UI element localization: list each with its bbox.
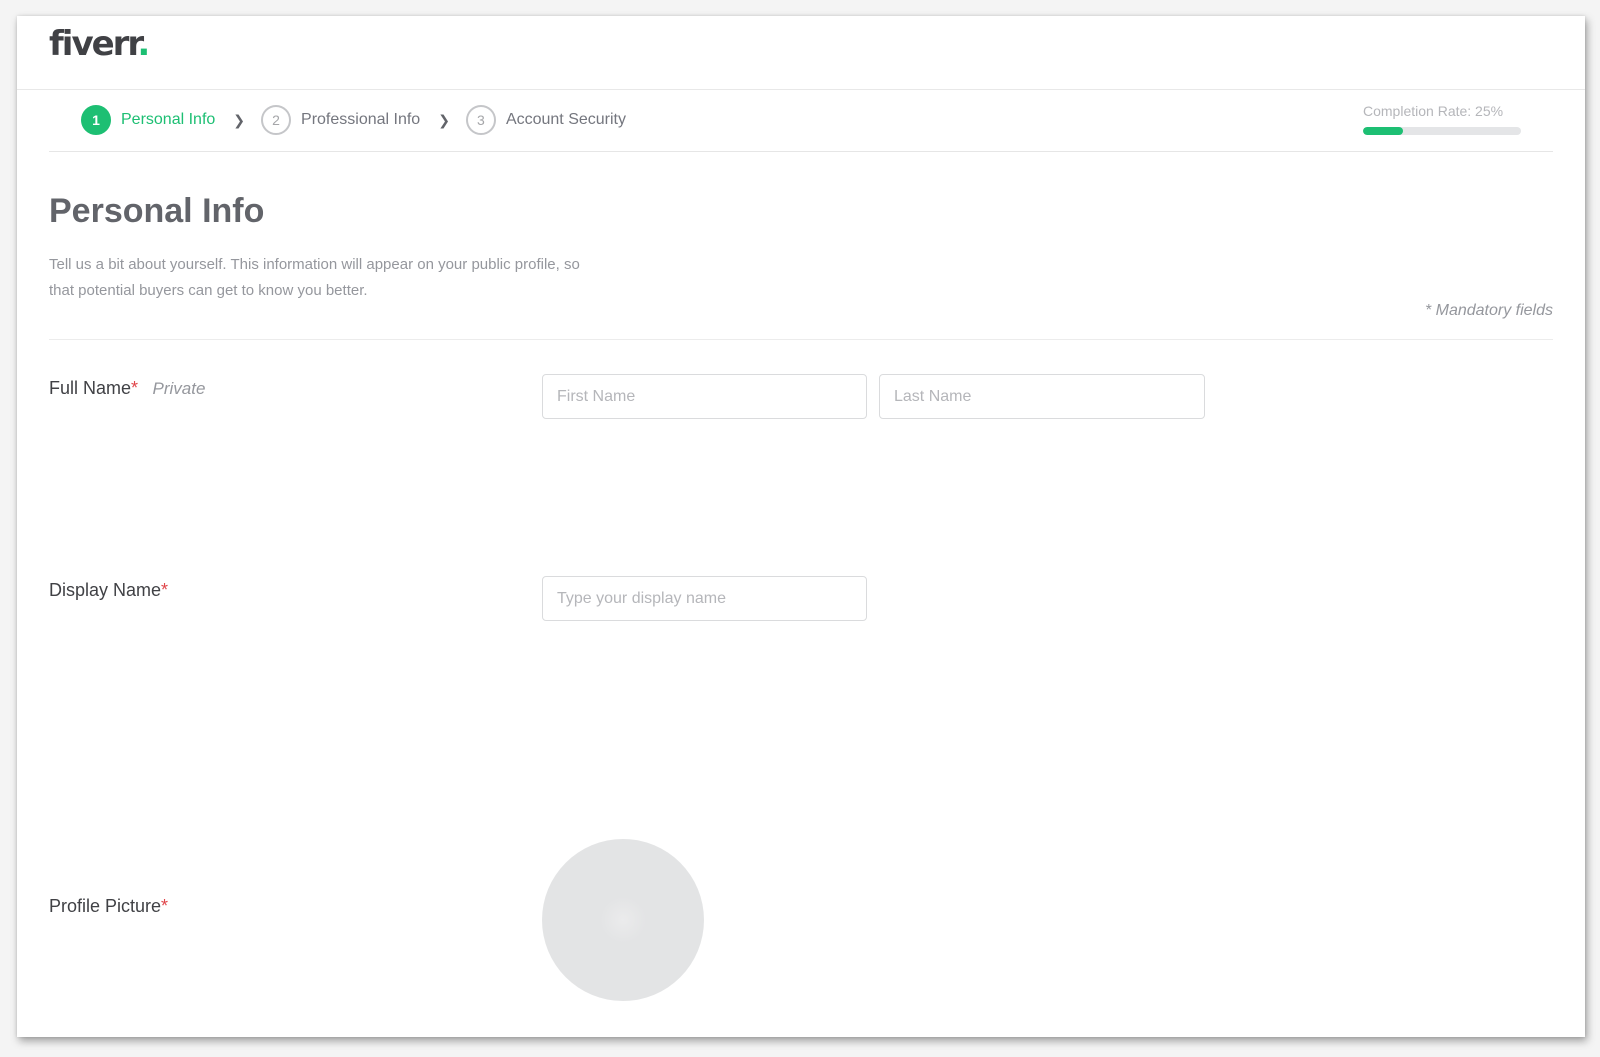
step-label: Account Security (505, 111, 626, 128)
step-professional-info[interactable]: 2 Professional Info (261, 105, 420, 135)
last-name-input[interactable] (879, 374, 1205, 419)
display-name-label: Display Name (49, 580, 162, 600)
step-personal-info[interactable]: 1 Personal Info (81, 105, 215, 135)
full-name-label: Full Name (49, 378, 132, 398)
step-bar: 1 Personal Info ❯ 2 Professional Info ❯ … (49, 90, 1553, 152)
display-name-input[interactable] (542, 576, 867, 621)
page-description: Tell us a bit about yourself. This infor… (49, 256, 580, 299)
page-frame: fiverr. 1 Personal Info ❯ 2 Professional… (17, 16, 1585, 1037)
required-asterisk: * (161, 896, 169, 916)
step-label: Professional Info (301, 111, 421, 128)
completion-progress-fill (1363, 127, 1403, 135)
chevron-right-icon: ❯ (233, 111, 246, 128)
completion-progress-bar (1363, 127, 1521, 135)
display-name-label-row: Display Name* (49, 580, 168, 601)
profile-picture-label-row: Profile Picture* (49, 896, 168, 917)
mandatory-fields-note: * Mandatory fields (1424, 302, 1553, 319)
stepper: 1 Personal Info ❯ 2 Professional Info ❯ … (81, 105, 626, 135)
completion-rate: Completion Rate: 25% (1363, 103, 1521, 135)
header: fiverr. (17, 16, 1585, 90)
page-title: Personal Info (49, 192, 265, 230)
chevron-right-icon: ❯ (438, 111, 450, 128)
full-name-label-row: Full Name* Private (49, 378, 205, 399)
first-name-input[interactable] (542, 374, 867, 419)
intro-section: Personal Info Tell us a bit about yourse… (49, 152, 1553, 340)
step-number-badge: 1 (81, 105, 111, 135)
logo-text: fiverr (49, 24, 139, 64)
fiverr-logo[interactable]: fiverr. (49, 24, 150, 64)
logo-dot: . (137, 24, 150, 64)
step-account-security[interactable]: 3 Account Security (465, 105, 626, 135)
step-number-badge: 2 (261, 105, 292, 135)
private-tag: Private (152, 379, 206, 398)
profile-picture-label: Profile Picture (49, 896, 162, 916)
step-label: Personal Info (121, 111, 216, 128)
profile-picture-upload[interactable] (542, 839, 704, 1001)
step-number-badge: 3 (465, 105, 496, 135)
completion-label: Completion Rate: 25% (1363, 103, 1504, 119)
required-asterisk: * (161, 580, 169, 600)
required-asterisk: * (131, 378, 139, 398)
